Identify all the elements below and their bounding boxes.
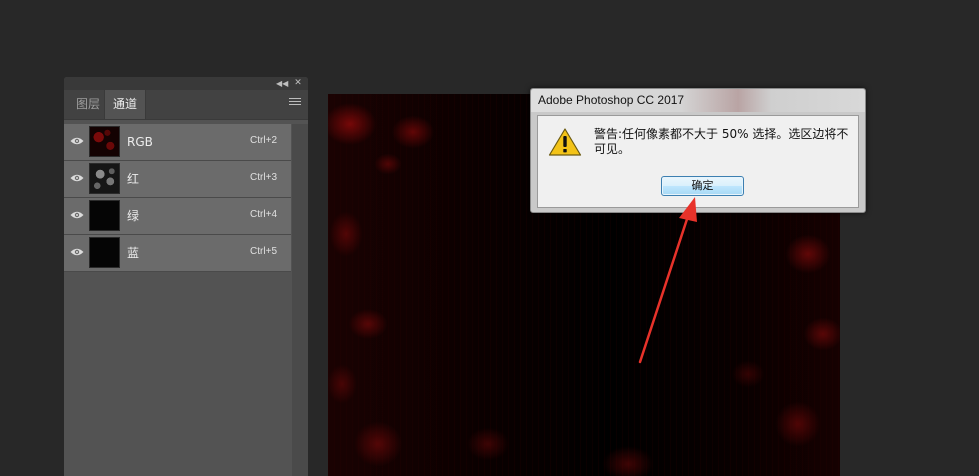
channel-row-red[interactable]: 红 Ctrl+3 [64, 161, 291, 198]
close-icon[interactable]: ✕ [292, 78, 304, 89]
warning-dialog: Adobe Photoshop CC 2017 警告:任何像素都不大于 50% … [530, 88, 866, 213]
channel-list: RGB Ctrl+2 红 Ctrl+3 绿 Ctrl+4 蓝 Ctrl+5 [64, 124, 292, 272]
channel-name: 红 [127, 172, 140, 186]
channel-shortcut: Ctrl+2 [250, 135, 277, 146]
panel-scrollbar[interactable] [292, 124, 308, 476]
panel-menu-icon[interactable] [289, 98, 301, 110]
collapse-icon[interactable]: ◀◀ [276, 78, 288, 89]
eye-icon[interactable] [70, 136, 84, 146]
eye-icon[interactable] [70, 247, 84, 257]
channel-thumbnail [89, 237, 120, 268]
warning-icon [548, 128, 582, 156]
channel-shortcut: Ctrl+3 [250, 172, 277, 183]
channel-row-blue[interactable]: 蓝 Ctrl+5 [64, 235, 291, 272]
channel-thumbnail [89, 163, 120, 194]
tab-channels[interactable]: 通道 [104, 90, 146, 119]
channel-shortcut: Ctrl+5 [250, 246, 277, 257]
tab-layers[interactable]: 图层 [68, 90, 108, 119]
eye-icon[interactable] [70, 173, 84, 183]
ok-button[interactable]: 确定 [661, 176, 744, 196]
dialog-message: 警告:任何像素都不大于 50% 选择。选区边将不可见。 [594, 127, 849, 156]
photoshop-workspace: ◀◀ ✕ 图层 通道 RGB Ctrl+2 红 Ctrl+3 绿 Ctrl+4 … [0, 0, 979, 476]
channel-shortcut: Ctrl+4 [250, 209, 277, 220]
dialog-title: Adobe Photoshop CC 2017 [538, 93, 685, 107]
channel-row-rgb[interactable]: RGB Ctrl+2 [64, 124, 291, 161]
panel-header-strip: ◀◀ ✕ [64, 77, 308, 90]
channel-row-green[interactable]: 绿 Ctrl+4 [64, 198, 291, 235]
dialog-title-bar[interactable]: Adobe Photoshop CC 2017 [531, 89, 865, 112]
panel-tab-bar: 图层 通道 [64, 90, 308, 120]
channels-panel: ◀◀ ✕ 图层 通道 RGB Ctrl+2 红 Ctrl+3 绿 Ctrl+4 … [64, 77, 308, 476]
channel-name: 蓝 [127, 246, 140, 260]
channel-name: RGB [127, 135, 153, 149]
dialog-body: 警告:任何像素都不大于 50% 选择。选区边将不可见。 确定 [537, 115, 859, 208]
channel-name: 绿 [127, 209, 140, 223]
channel-thumbnail [89, 200, 120, 231]
eye-icon[interactable] [70, 210, 84, 220]
channel-thumbnail [89, 126, 120, 157]
